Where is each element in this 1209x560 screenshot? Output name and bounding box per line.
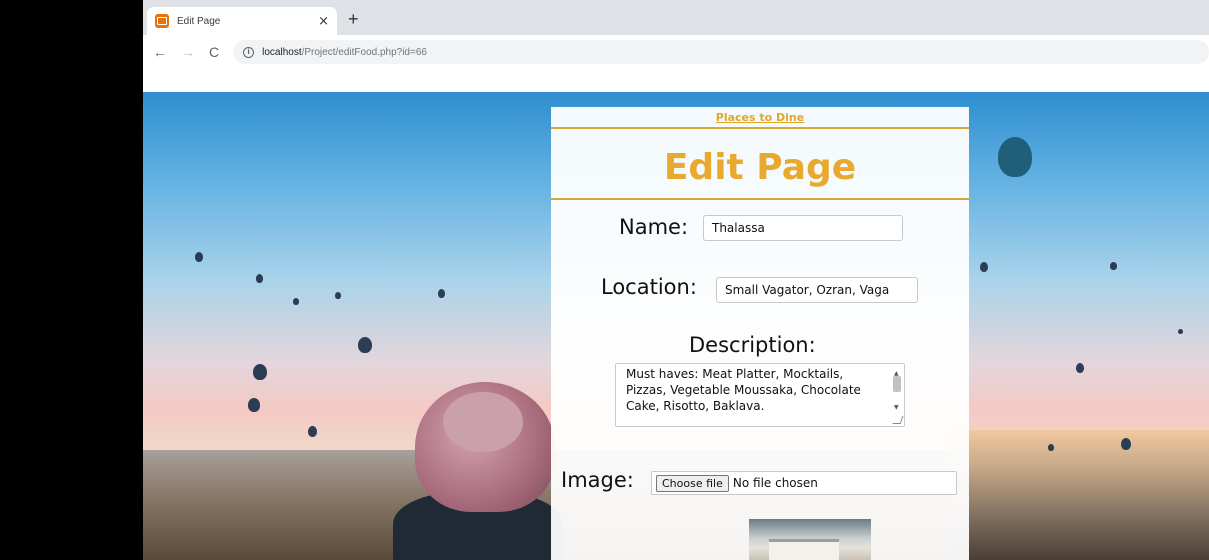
page-viewport: Places to Dine Edit Page Name: Thalassa … (143, 92, 1209, 560)
title-rule (551, 198, 969, 200)
tab-close-icon[interactable]: × (318, 14, 329, 29)
browser-toolbar: ← → C i localhost /Project/editFood.php?… (143, 35, 1209, 69)
back-button[interactable]: ← (153, 44, 167, 60)
balloon-icon (1110, 262, 1117, 270)
edit-form-panel: Places to Dine Edit Page Name: Thalassa … (551, 107, 969, 560)
scroll-thumb[interactable] (893, 376, 901, 392)
location-label: Location: (601, 275, 697, 299)
location-field[interactable]: Small Vagator, Ozran, Vaga (716, 277, 918, 303)
name-label: Name: (619, 215, 689, 239)
choose-file-button[interactable]: Choose file (656, 474, 729, 492)
balloon-icon (980, 262, 988, 272)
file-status: No file chosen (732, 476, 818, 490)
image-thumbnail (749, 519, 871, 560)
url-path: /Project/editFood.php?id=66 (301, 46, 427, 58)
balloon-icon (308, 426, 317, 437)
balloon-icon (195, 252, 203, 262)
description-textarea[interactable]: Must haves: Meat Platter, Mocktails, Piz… (615, 363, 905, 427)
balloon-icon (1178, 329, 1183, 334)
background-hills-right (949, 430, 1209, 560)
balloon-icon (1076, 363, 1084, 373)
tab-title: Edit Page (177, 15, 221, 27)
page-title: Edit Page (663, 147, 857, 188)
thumbnail-building (769, 539, 839, 560)
description-text: Must haves: Meat Platter, Mocktails, Piz… (626, 367, 861, 413)
new-tab-button[interactable]: + (348, 9, 359, 30)
info-icon[interactable]: i (243, 46, 255, 58)
balloon-icon (335, 292, 341, 299)
balloon-icon (438, 289, 445, 298)
name-field[interactable]: Thalassa (703, 215, 903, 241)
balloon-icon (253, 364, 267, 380)
balloon-icon (256, 274, 263, 283)
balloon-icon (1048, 444, 1054, 451)
places-to-dine-link[interactable]: Places to Dine (551, 111, 969, 124)
balloon-icon (1121, 438, 1131, 450)
resize-handle-icon[interactable] (892, 416, 904, 424)
left-black-area (0, 0, 143, 560)
forward-button[interactable]: → (181, 44, 195, 60)
balloon-icon (358, 337, 372, 353)
reload-button[interactable]: C (209, 44, 219, 60)
browser-window: Edit Page × + ← → C i localhost /Project… (143, 0, 1209, 560)
balloon-icon (248, 398, 260, 412)
balloon-icon (998, 137, 1032, 177)
url-host: localhost (262, 46, 302, 58)
balloon-icon (293, 298, 299, 305)
description-label: Description: (689, 333, 816, 357)
favicon-icon (155, 14, 169, 28)
beanie-pompom (443, 392, 523, 452)
address-bar[interactable]: i localhost /Project/editFood.php?id=66 (233, 40, 1209, 64)
textarea-scrollbar[interactable]: ▲ ▼ (892, 366, 902, 422)
tab-edit-page[interactable]: Edit Page × (147, 7, 337, 35)
image-label: Image: (561, 468, 634, 492)
tab-strip: Edit Page × + (143, 0, 1209, 35)
top-rule (551, 127, 969, 129)
image-file-input[interactable]: Choose file No file chosen (651, 471, 957, 495)
scroll-down-icon[interactable]: ▼ (894, 400, 899, 416)
